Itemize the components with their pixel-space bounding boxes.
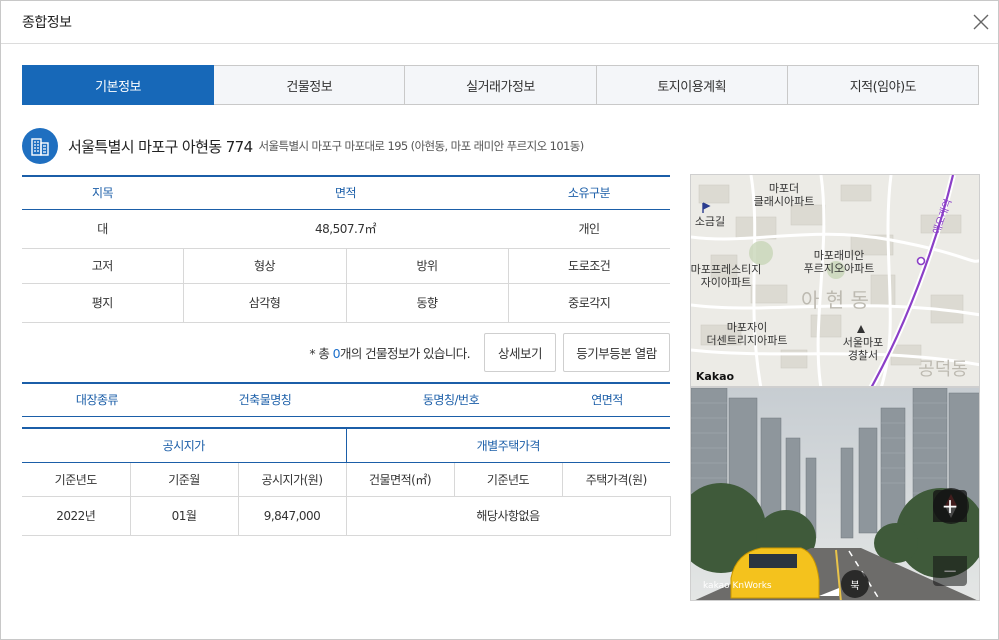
map-label-12: 경찰서: [848, 349, 878, 362]
price-table: 공시지가 개별주택가격 기준년도 기준월 공시지가(원) 건물면적(㎡) 기준년…: [22, 427, 671, 536]
value-direction: 동향: [345, 283, 508, 323]
tab-cadastral-map[interactable]: 지적(임야)도: [787, 65, 980, 105]
value-area: 48,507.7㎡: [183, 209, 508, 249]
header-house-base-year: 기준년도: [453, 462, 563, 497]
roadview-panel[interactable]: kakao KnWorks + − 북: [690, 387, 980, 601]
map-label-6: 마포프레스티지: [691, 263, 761, 276]
header-ownership: 소유구분: [508, 176, 670, 210]
kakao-logo: Kakao: [696, 370, 735, 383]
building-table: 대장종류 건축물명칭 동명칭/번호 연면적: [22, 382, 670, 417]
header-individual-house-price: 개별주택가격: [346, 428, 671, 463]
value-ownership: 개인: [508, 209, 670, 249]
value-base-month: 01월: [129, 496, 238, 536]
value-no-data: 해당사항없음: [345, 496, 671, 536]
map-label-3: 소금길: [695, 215, 725, 228]
building-count-text: * 총 0개의 건물정보가 있습니다.: [309, 343, 470, 362]
map-label-7: 자이아파트: [701, 276, 752, 289]
zoom-in-button[interactable]: +: [933, 490, 967, 522]
header-house-price: 주택가격(원): [561, 462, 671, 497]
map-label-5: 푸르지오아파트: [804, 262, 875, 275]
value-land-category: 대: [22, 209, 183, 249]
count-prefix: * 총: [309, 345, 333, 361]
value-shape: 삼각형: [182, 283, 346, 323]
tab-basic-info[interactable]: 기본정보: [22, 65, 215, 105]
info-modal: 종합정보 기본정보 건물정보 실거래가정보 토지이용계획 지적(임야)도 서울특…: [0, 0, 999, 640]
tab-transaction-price[interactable]: 실거래가정보: [405, 65, 597, 105]
header-elevation: 고저: [22, 249, 183, 284]
building-icon: [22, 128, 58, 164]
header-total-floor-area: 연면적: [591, 393, 623, 408]
map-label-11: 서울마포: [843, 336, 883, 349]
header-base-year: 기준년도: [22, 462, 130, 497]
tab-bar: 기본정보 건물정보 실거래가정보 토지이용계획 지적(임야)도: [22, 65, 980, 105]
building-count: 0: [332, 345, 341, 361]
detail-button[interactable]: 상세보기: [484, 332, 556, 372]
header-road-condition: 도로조건: [507, 249, 670, 284]
location-map[interactable]: 마포더 클래시아파트 소금길 마포래미안 푸르지오아파트 마포프레스티지 자이아…: [690, 174, 980, 387]
address-block: 서울특별시 마포구 아현동 774 서울특별시 마포구 마포대로 195 (아현…: [22, 128, 584, 164]
header-building-name: 건축물명칭: [238, 393, 292, 408]
map-label-14: 공덕동: [918, 359, 968, 380]
value-land-price: 9,847,000: [237, 496, 347, 536]
map-label-2: 클래시아파트: [754, 195, 815, 208]
compass-icon[interactable]: [933, 522, 967, 556]
tab-building-info[interactable]: 건물정보: [214, 65, 406, 105]
header-shape: 형상: [182, 249, 346, 284]
header-direction: 방위: [345, 249, 508, 284]
tab-land-use-plan[interactable]: 토지이용계획: [596, 65, 788, 105]
building-count-row: * 총 0개의 건물정보가 있습니다. 상세보기 등기부등본 열람: [22, 332, 670, 372]
header-dong-name: 동명칭/번호: [422, 393, 480, 408]
header-building-area: 건물면적(㎡): [345, 462, 455, 497]
land-shape-table: 고저 형상 방위 도로조건 평지 삼각형 동향 중로각지: [22, 249, 670, 323]
map-label-10: 더센트리지아파트: [707, 334, 788, 347]
map-label-9: 마포자이: [727, 321, 767, 334]
header-base-month: 기준월: [129, 462, 238, 497]
header-area: 면적: [183, 176, 508, 210]
value-road-condition: 중로각지: [507, 283, 670, 323]
map-label-4: 마포래미안: [814, 249, 865, 262]
registry-view-button[interactable]: 등기부등본 열람: [563, 332, 670, 372]
modal-title: 종합정보: [22, 15, 72, 31]
value-base-year: 2022년: [22, 496, 130, 536]
header-land-price: 공시지가(원): [237, 462, 347, 497]
header-register-type: 대장종류: [75, 393, 119, 408]
zoom-out-button[interactable]: −: [933, 556, 967, 586]
header-land-category: 지목: [22, 176, 183, 210]
map-label-1: 마포더: [769, 182, 799, 195]
value-elevation: 평지: [22, 283, 183, 323]
header-official-land-price: 공시지가: [22, 428, 347, 463]
north-indicator[interactable]: 북: [846, 575, 864, 593]
close-icon[interactable]: [972, 13, 990, 31]
land-info-table: 지목 면적 소유구분 대 48,507.7㎡ 개인: [22, 175, 670, 249]
count-suffix: 개의 건물정보가 있습니다.: [339, 345, 471, 361]
address-road: 서울특별시 마포구 마포대로 195 (아현동, 마포 래미안 푸르지오 101…: [258, 139, 585, 153]
modal-header: 종합정보: [1, 1, 998, 44]
roadview-watermark: kakao KnWorks: [703, 581, 772, 591]
map-label-8: 아 현 동: [801, 288, 869, 312]
address-main: 서울특별시 마포구 아현동 774: [68, 137, 253, 156]
